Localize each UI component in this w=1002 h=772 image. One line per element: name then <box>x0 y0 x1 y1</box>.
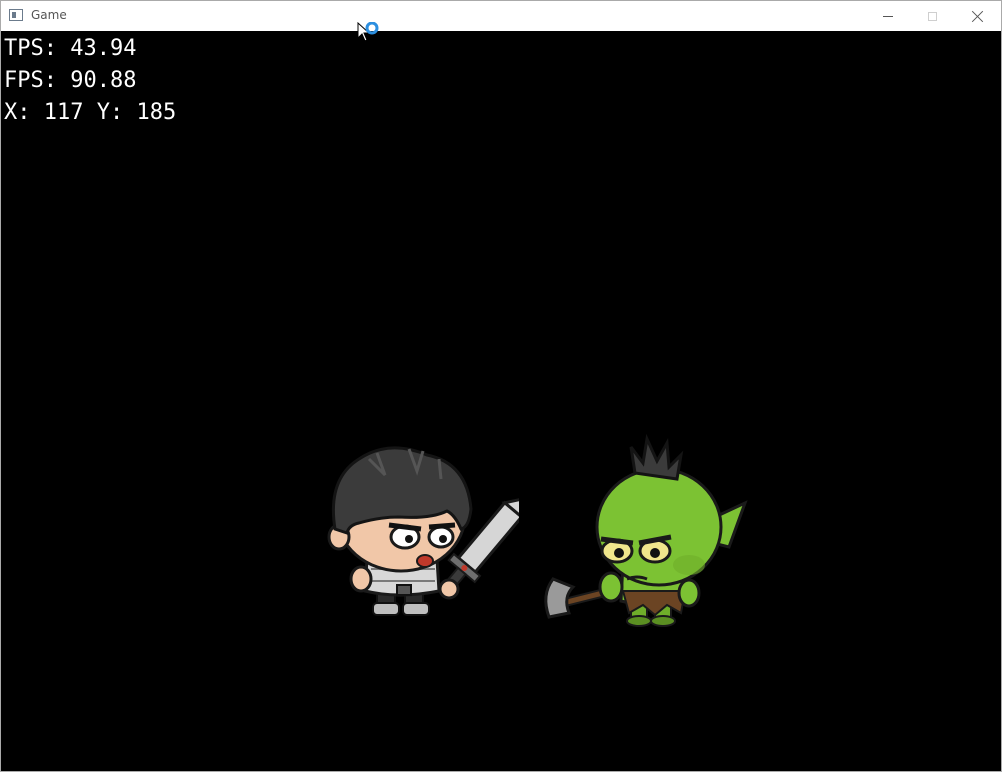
minimize-icon <box>882 15 893 17</box>
knight-hero-sprite <box>327 446 519 616</box>
window-title: Game <box>31 8 67 22</box>
minimize-button[interactable] <box>865 1 910 31</box>
tps-readout: TPS: 43.94 <box>4 36 137 61</box>
position-readout: X: 117 Y: 185 <box>4 100 177 125</box>
maximize-button[interactable] <box>910 1 955 31</box>
game-window: Game TPS: 43.94 FPS: 90.88 X: 117 Y: 185 <box>0 0 1002 772</box>
green-orc-sprite <box>544 433 748 627</box>
close-button[interactable] <box>955 1 1000 31</box>
fps-readout: FPS: 90.88 <box>4 68 137 93</box>
busy-arrow-cursor <box>357 22 379 42</box>
title-bar[interactable]: Game <box>1 1 1001 31</box>
maximize-icon <box>928 11 937 21</box>
app-window-icon <box>9 9 23 21</box>
game-canvas[interactable]: TPS: 43.94 FPS: 90.88 X: 117 Y: 185 <box>1 31 1001 771</box>
close-icon <box>971 10 984 23</box>
